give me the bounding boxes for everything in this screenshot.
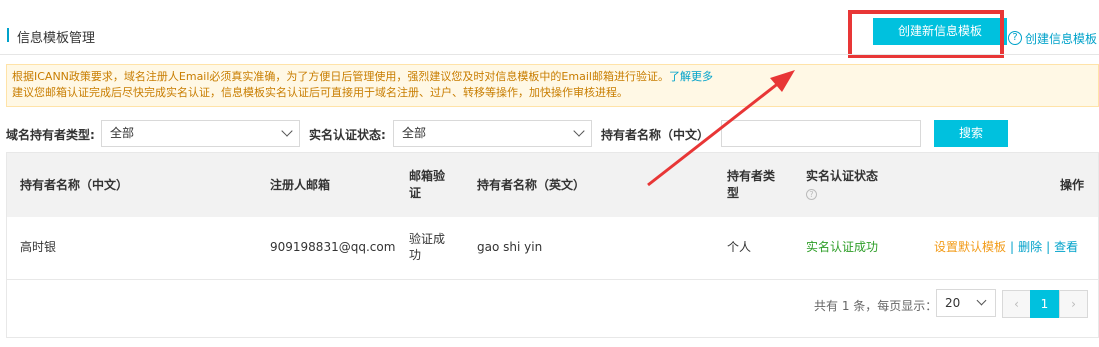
action-separator: | <box>1010 240 1015 254</box>
col-header-realname-status-text: 实名认证状态 <box>806 169 879 183</box>
page-title: 信息模板管理 <box>17 31 96 46</box>
col-header-holder-type: 持有者类 型 <box>727 168 775 202</box>
col-header-actions: 操作 <box>1060 178 1085 192</box>
cell-holder-type: 个人 <box>727 240 752 254</box>
col-header-email-verify: 邮箱验 证 <box>409 168 445 202</box>
create-template-link[interactable]: 创建信息模板 <box>1025 30 1097 47</box>
view-link[interactable]: 查看 <box>1054 240 1078 254</box>
chevron-down-icon <box>573 125 585 137</box>
col-header-realname-status: 实名认证状态 ? <box>806 168 878 202</box>
col-header-name-cn: 持有者名称（中文） <box>20 178 129 192</box>
holder-name-input[interactable] <box>721 120 921 147</box>
cell-email-verify: 验证成 功 <box>409 231 445 263</box>
notice-text-1: 根据ICANN政策要求，域名注册人Email必须真实准确，为了方便日后管理使用，… <box>12 70 669 83</box>
realname-status-value: 全部 <box>402 126 427 140</box>
table-header: 持有者名称（中文） 注册人邮箱 邮箱验 证 持有者名称（英文） 持有者类 型 实… <box>7 153 1098 217</box>
page-1-button[interactable]: 1 <box>1030 290 1059 318</box>
chevron-down-icon <box>976 295 987 306</box>
page-size-value: 20 <box>945 296 961 310</box>
realname-status-label: 实名认证状态: <box>309 128 386 142</box>
chevron-down-icon <box>281 125 293 137</box>
holder-type-value: 全部 <box>110 126 135 140</box>
delete-link[interactable]: 删除 <box>1018 240 1042 254</box>
notice-line-2: 建议您邮箱认证完成后尽快完成实名认证，信息模板实名认证后可直接用于域名注册、过户… <box>12 86 628 99</box>
realname-status-select[interactable]: 全部 <box>393 120 592 147</box>
header-divider <box>0 54 1099 55</box>
holder-type-label: 域名持有者类型: <box>6 128 95 142</box>
help-icon[interactable]: ? <box>806 189 817 200</box>
help-icon[interactable]: ? <box>1008 31 1022 45</box>
cell-name-en: gao shi yin <box>477 240 543 254</box>
prev-page-button[interactable]: ‹ <box>1002 290 1031 318</box>
col-header-email: 注册人邮箱 <box>270 178 331 192</box>
email-verification-notice: 根据ICANN政策要求，域名注册人Email必须真实准确，为了方便日后管理使用，… <box>6 64 1099 107</box>
cell-realname-status: 实名认证成功 <box>806 240 879 254</box>
notice-line-1: 根据ICANN政策要求，域名注册人Email必须真实准确，为了方便日后管理使用，… <box>12 69 1098 85</box>
holder-type-select[interactable]: 全部 <box>101 120 300 147</box>
col-header-holder-type-line2: 型 <box>727 186 740 200</box>
col-header-email-verify-line1: 邮箱验 <box>409 169 446 183</box>
search-button[interactable]: 搜索 <box>934 120 1008 147</box>
col-header-email-verify-line2: 证 <box>409 186 422 200</box>
col-header-holder-type-line1: 持有者类 <box>727 169 776 183</box>
template-management-page: 信息模板管理 创建新信息模板 ? 创建信息模板 根据ICANN政策要求，域名注册… <box>0 0 1099 347</box>
cell-name-cn: 高时银 <box>20 240 57 254</box>
set-default-template-link[interactable]: 设置默认模板 <box>934 240 1006 254</box>
cell-email: 909198831@qq.com <box>270 240 396 254</box>
table-row: 高时银 909198831@qq.com 验证成 功 gao shi yin 个… <box>7 217 1098 280</box>
col-header-name-en: 持有者名称（英文） <box>477 178 586 192</box>
cell-actions: 设置默认模板 | 删除 | 查看 <box>934 239 1078 255</box>
cell-email-verify-line1: 验证成 <box>409 232 446 246</box>
holder-name-label: 持有者名称（中文） <box>601 128 710 142</box>
create-template-button[interactable]: 创建新信息模板 <box>873 18 1007 45</box>
page-size-select[interactable]: 20 <box>936 289 996 317</box>
next-page-button[interactable]: › <box>1059 290 1088 318</box>
action-separator: | <box>1046 240 1051 254</box>
cell-email-verify-line2: 功 <box>409 248 422 262</box>
pagination-summary: 共有 1 条，每页显示： <box>814 299 938 313</box>
title-accent-bar <box>7 28 9 42</box>
learn-more-link[interactable]: 了解更多 <box>669 70 713 83</box>
